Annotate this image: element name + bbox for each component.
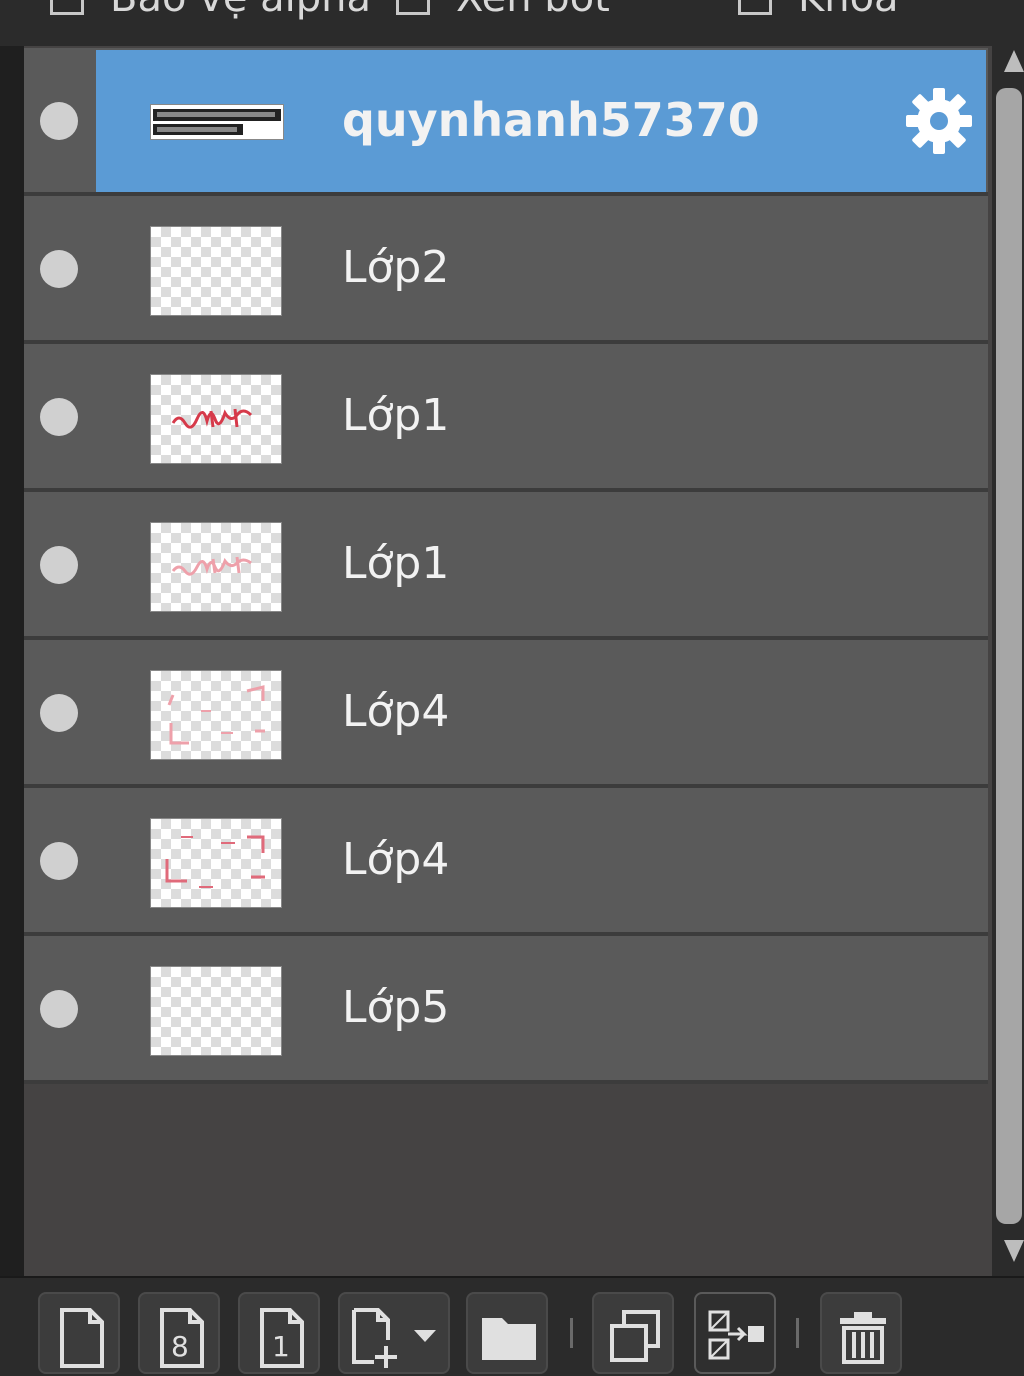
layers-panel: quynhanh57370 Lớp2 Lớp1 Lớp1 Lớp4 Lớp4 L…: [24, 46, 992, 1276]
folder-icon: [482, 1318, 536, 1360]
layer-row[interactable]: Lớp5: [24, 936, 988, 1084]
layer-row[interactable]: Lớp2: [24, 196, 988, 344]
delete-layer-button[interactable]: [820, 1292, 902, 1374]
gear-icon[interactable]: [904, 86, 974, 156]
alpha-protect-option[interactable]: Bảo vệ alpha: [50, 0, 371, 21]
merge-layer-icon: [708, 1310, 764, 1360]
frame-corners-icon: [167, 685, 265, 745]
merge-layer-button[interactable]: [694, 1292, 776, 1374]
layer-thumbnail: [150, 374, 282, 464]
layer-name[interactable]: Lớp1: [342, 492, 449, 636]
visibility-toggle[interactable]: [40, 250, 78, 288]
new-1bit-layer-button[interactable]: 1: [238, 1292, 320, 1374]
visibility-toggle[interactable]: [40, 990, 78, 1028]
layer-thumbnail: [150, 226, 282, 316]
new-layer-icon: [60, 1308, 104, 1368]
svg-text:8: 8: [171, 1330, 189, 1363]
new-8bit-layer-button[interactable]: 8: [138, 1292, 220, 1374]
new-layer-button[interactable]: [38, 1292, 120, 1374]
layer-name[interactable]: Lớp5: [342, 936, 449, 1080]
lock-label: Khóa: [798, 0, 899, 21]
left-edge-strip: [0, 46, 24, 1276]
lock-option[interactable]: Khóa: [738, 0, 899, 21]
layer-toolbar: 8 1: [0, 1276, 1024, 1374]
toolbar-separator: [570, 1318, 573, 1348]
clip-checkbox[interactable]: [396, 0, 430, 15]
layer-thumbnail: [150, 818, 282, 908]
layer-row[interactable]: Lớp1: [24, 492, 988, 640]
new-special-layer-icon: [352, 1308, 436, 1368]
layer-options-bar: Bảo vệ alpha Xén bớt Khóa: [0, 0, 1024, 46]
layer-row[interactable]: quynhanh57370: [24, 48, 988, 196]
layer-thumbnail: [150, 522, 282, 612]
layer-name[interactable]: Lớp2: [342, 196, 449, 340]
layer-thumbnail: [150, 670, 282, 760]
frame-corners-icon: [165, 835, 265, 888]
alpha-protect-checkbox[interactable]: [50, 0, 84, 15]
red-scribble-icon: [171, 408, 253, 429]
visibility-toggle[interactable]: [40, 546, 78, 584]
trash-icon: [840, 1312, 886, 1364]
layer-name[interactable]: Lớp1: [342, 344, 449, 488]
visibility-toggle[interactable]: [40, 694, 78, 732]
scrollbar-thumb[interactable]: [996, 88, 1022, 1224]
scroll-up-arrow-icon[interactable]: [1004, 50, 1024, 72]
new-special-layer-button[interactable]: [338, 1292, 450, 1374]
clip-label: Xén bớt: [456, 0, 610, 21]
visibility-toggle[interactable]: [40, 842, 78, 880]
layer-name[interactable]: Lớp4: [342, 788, 449, 932]
new-folder-button[interactable]: [466, 1292, 548, 1374]
new-1bit-layer-icon: 1: [260, 1308, 304, 1368]
layer-row[interactable]: Lớp1: [24, 344, 988, 492]
scroll-down-arrow-icon[interactable]: [1004, 1240, 1024, 1262]
toolbar-separator: [796, 1318, 799, 1348]
svg-text:1: 1: [272, 1330, 290, 1363]
duplicate-layer-icon: [610, 1310, 660, 1362]
duplicate-layer-button[interactable]: [592, 1292, 674, 1374]
layer-name[interactable]: quynhanh57370: [342, 48, 760, 192]
layer-name[interactable]: Lớp4: [342, 640, 449, 784]
layer-row[interactable]: Lớp4: [24, 640, 988, 788]
alpha-protect-label: Bảo vệ alpha: [110, 0, 371, 21]
new-8bit-layer-icon: 8: [160, 1308, 204, 1368]
layer-thumbnail: [150, 966, 282, 1056]
layer-thumbnail: [150, 104, 284, 140]
visibility-toggle[interactable]: [40, 398, 78, 436]
clip-option[interactable]: Xén bớt: [396, 0, 610, 21]
visibility-toggle[interactable]: [40, 102, 78, 140]
layer-row[interactable]: Lớp4: [24, 788, 988, 936]
text-thumbnail-icon: [153, 109, 281, 135]
lock-checkbox[interactable]: [738, 0, 772, 15]
pink-scribble-icon: [171, 556, 252, 576]
